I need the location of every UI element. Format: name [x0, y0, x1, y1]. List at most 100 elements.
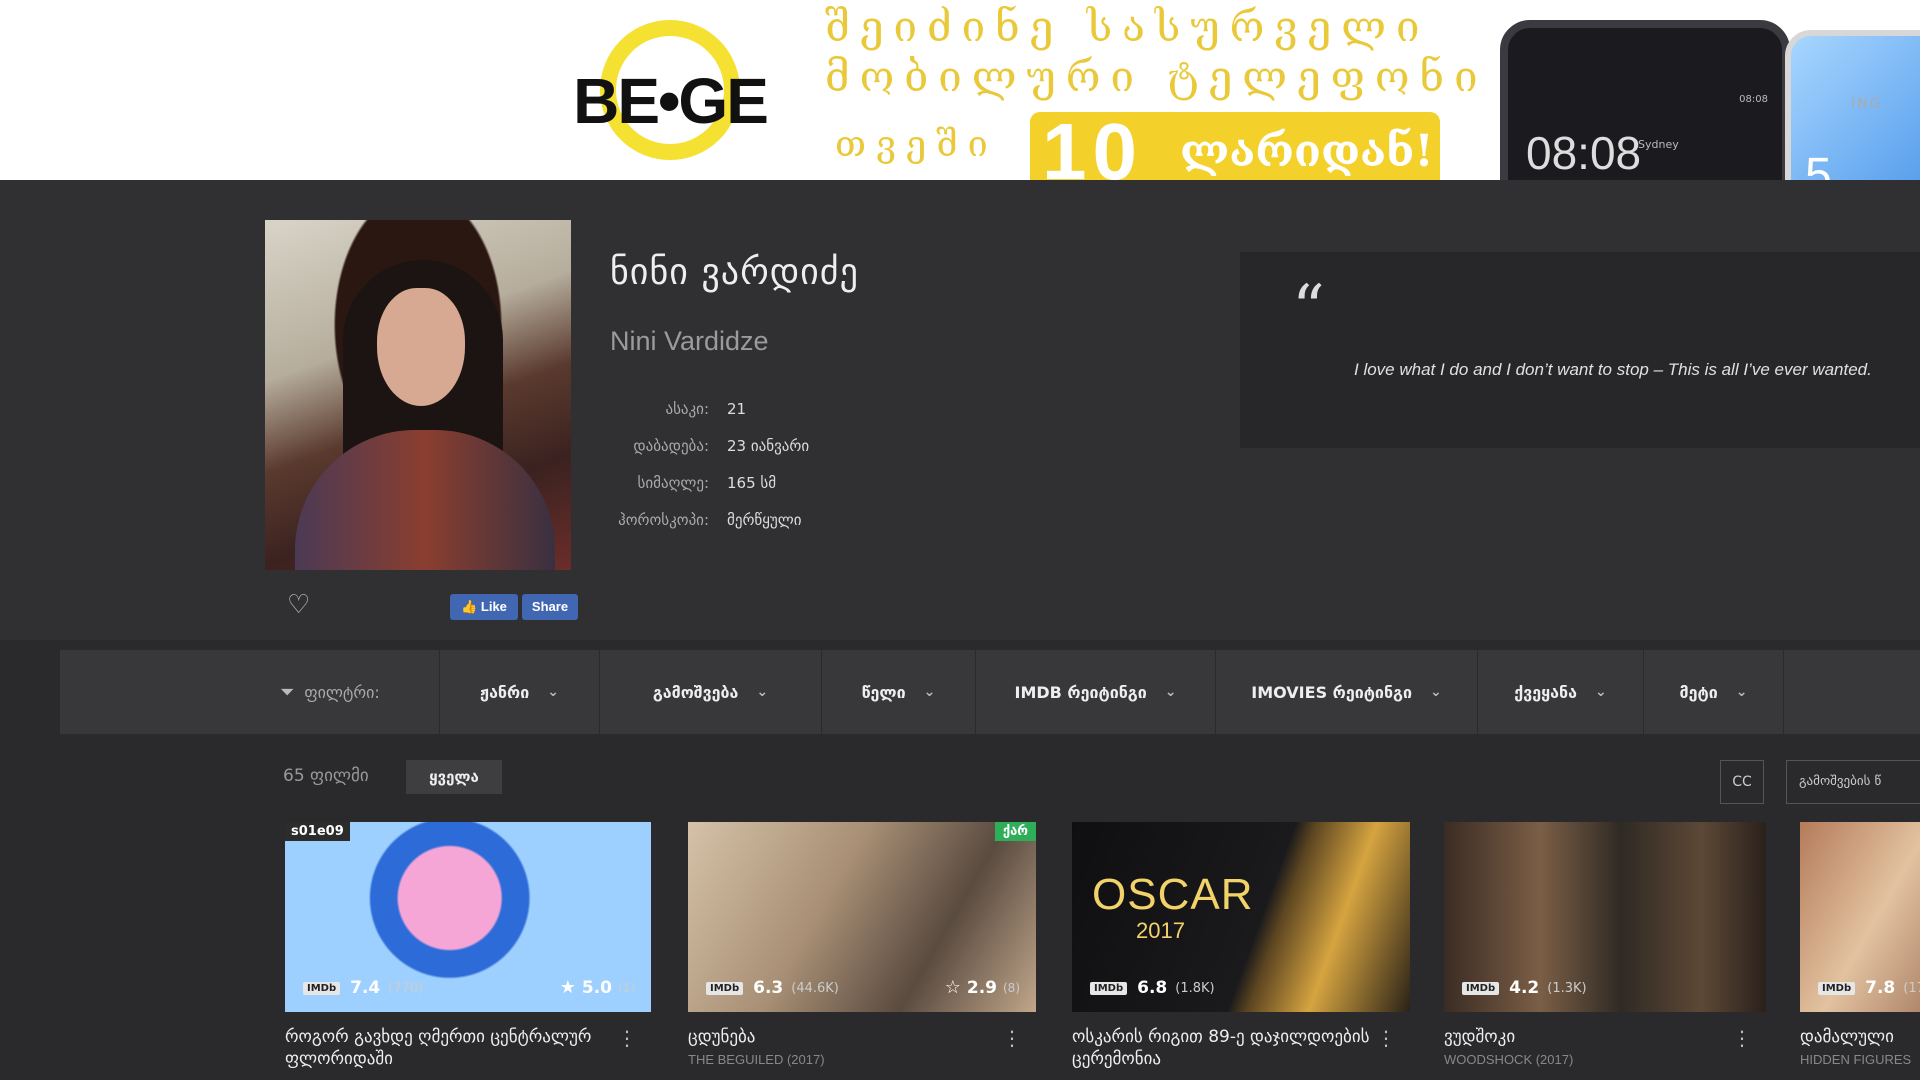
- banner-line-2: მობილური ტელეფონი: [825, 52, 1488, 101]
- phone-clock: 08:08: [1526, 127, 1642, 179]
- filter-more-label: მეტი: [1679, 682, 1718, 702]
- filter-genre[interactable]: ჟანრი ⌄: [440, 650, 600, 734]
- info-row-horoscope: ჰოროსკოპი: მერწყული: [610, 501, 1010, 538]
- funnel-icon: ⏷: [280, 681, 295, 703]
- imdb-logo: IMDb: [1818, 981, 1856, 995]
- subtitles-toggle-button[interactable]: CC: [1720, 760, 1764, 804]
- imdb-logo: IMDb: [303, 981, 341, 995]
- more-options-icon[interactable]: ⋮: [1002, 1026, 1022, 1050]
- facebook-share-button[interactable]: Share: [522, 594, 578, 620]
- chevron-down-icon: ⌄: [547, 684, 559, 700]
- movie-thumbnail[interactable]: s01e09 IMDb 7.4 (770) ★ 5.0 (1): [285, 822, 651, 1012]
- filter-imovies-rating[interactable]: IMOVIES რეიტინგი ⌄: [1216, 650, 1478, 734]
- imdb-logo: IMDb: [1462, 981, 1500, 995]
- more-options-icon[interactable]: ⋮: [1376, 1026, 1396, 1050]
- info-value: 165 სმ: [727, 473, 777, 492]
- movie-thumbnail[interactable]: OSCAR 2017 IMDb 6.8 (1.8K): [1072, 822, 1410, 1012]
- imdb-logo: IMDb: [706, 981, 744, 995]
- user-rating: ☆ 2.9 (8): [945, 977, 1020, 998]
- movie-thumbnail[interactable]: IMDb 4.2 (1.3K): [1444, 822, 1766, 1012]
- imdb-votes: (1.3K): [1547, 980, 1587, 996]
- chevron-down-icon: ⌄: [1594, 684, 1607, 700]
- filter-bar: ⏷ ფილტრი: ჟანრი ⌄ გამოშვება ⌄ წელი ⌄ IMDB რ…: [60, 650, 1920, 734]
- bege-logo: BE•GE: [570, 20, 770, 160]
- filter-country[interactable]: ქვეყანა ⌄: [1478, 650, 1644, 734]
- filter-year-label: წელი: [861, 682, 906, 702]
- star-icon: ★: [559, 977, 576, 998]
- banner-line-1: შეიძინე სასურველი: [825, 2, 1430, 51]
- movie-card[interactable]: IMDb 4.2 (1.3K) ვუდშოკი WOODSHOCK (2017)…: [1444, 822, 1766, 1067]
- more-options-icon[interactable]: ⋮: [617, 1026, 637, 1050]
- logo-text: BE•GE: [573, 65, 769, 137]
- phone2-text: 5: [1805, 149, 1832, 180]
- movie-thumbnail[interactable]: IMDb 7.8 (176K): [1800, 822, 1920, 1012]
- filter-country-label: ქვეყანა: [1514, 682, 1577, 702]
- all-button[interactable]: ყველა: [406, 760, 502, 794]
- photo-body: [295, 430, 555, 570]
- facebook-like-button[interactable]: 👍 Like: [450, 594, 518, 620]
- results-count: 65 ფილმი: [283, 766, 369, 786]
- imdb-votes: (770): [388, 980, 424, 996]
- filter-release[interactable]: გამოშვება ⌄: [600, 650, 822, 734]
- phone2-brand: ING: [1851, 96, 1883, 112]
- movie-thumbnail[interactable]: ქარ IMDb 6.3 (44.6K) ☆ 2.9 (8): [688, 822, 1036, 1012]
- ad-banner[interactable]: BE•GE შეიძინე სასურველი მობილური ტელეფონ…: [0, 0, 1920, 180]
- movie-title[interactable]: ცდუნება: [688, 1026, 1036, 1048]
- imdb-votes: (44.6K): [791, 980, 839, 996]
- filter-year[interactable]: წელი ⌄: [822, 650, 976, 734]
- info-row-height: სიმაღლე: 165 სმ: [610, 464, 1010, 501]
- quote-mark-icon: “: [1292, 272, 1325, 346]
- chevron-down-icon: ⌄: [923, 684, 936, 700]
- imdb-rating: IMDb 6.8 (1.8K): [1090, 978, 1215, 998]
- chevron-down-icon: ⌄: [756, 684, 769, 700]
- movie-title[interactable]: როგორ გავხდე ღმერთი ცენტრალურ ფლორიდაში: [285, 1026, 651, 1070]
- sort-dropdown[interactable]: გამოშვების წ: [1786, 760, 1920, 804]
- movie-card[interactable]: s01e09 IMDb 7.4 (770) ★ 5.0 (1) როგორ გა…: [285, 822, 651, 1070]
- imdb-score: 6.3: [753, 978, 784, 998]
- filter-more[interactable]: მეტი ⌄: [1644, 650, 1784, 734]
- movie-card[interactable]: ქარ IMDb 6.3 (44.6K) ☆ 2.9 (8) ცდუნება T…: [688, 822, 1036, 1067]
- phone-image-2: ING 5: [1785, 30, 1920, 180]
- imdb-score: 7.8: [1865, 978, 1896, 998]
- info-row-age: ასაკი: 21: [610, 390, 1010, 427]
- movie-title[interactable]: დამალული: [1800, 1026, 1920, 1048]
- movie-title[interactable]: ოსკარის რიგით 89-ე დაჯილდოების ცერემონია: [1072, 1026, 1410, 1070]
- actor-name-georgian: ნინი ვარდიძე: [610, 252, 859, 293]
- phone-status-bar: 08:08: [1739, 94, 1768, 105]
- fb-like-label: Like: [480, 599, 507, 614]
- imdb-score: 6.8: [1137, 978, 1168, 998]
- more-options-icon[interactable]: ⋮: [1732, 1026, 1752, 1050]
- filter-imdb-rating[interactable]: IMDB რეიტინგი ⌄: [976, 650, 1216, 734]
- imdb-rating: IMDb 7.8 (176K): [1818, 978, 1920, 998]
- heart-icon[interactable]: ♡: [287, 590, 310, 620]
- imdb-votes: (176K): [1903, 980, 1920, 996]
- user-score: 5.0: [581, 977, 612, 998]
- filter-release-label: გამოშვება: [652, 682, 739, 702]
- georgian-audio-badge: ქარ: [994, 822, 1036, 841]
- movie-card[interactable]: IMDb 7.8 (176K) დამალული HIDDEN FIGURES: [1800, 822, 1920, 1067]
- movie-original-title: WOODSHOCK (2017): [1444, 1052, 1574, 1067]
- imdb-rating: IMDb 7.4 (770): [303, 978, 423, 998]
- movie-original-title: THE BEGUILED (2017): [688, 1052, 825, 1067]
- info-label: ჰოროსკოპი:: [618, 510, 709, 529]
- movie-original-title: HIDDEN FIGURES: [1800, 1052, 1912, 1067]
- banner-line-3: თვეში: [835, 124, 998, 165]
- user-votes: (1): [618, 980, 635, 995]
- user-votes: (8): [1003, 980, 1020, 995]
- filter-label-text: ფილტრი:: [304, 682, 380, 702]
- filter-label: ⏷ ფილტრი:: [60, 650, 440, 734]
- chevron-down-icon: ⌄: [1430, 684, 1442, 700]
- filter-imdb-rating-label: IMDB რეიტინგი: [1014, 682, 1147, 702]
- info-value: მერწყული: [727, 510, 802, 529]
- actor-photo: [265, 220, 571, 570]
- imdb-logo: IMDb: [1090, 981, 1128, 995]
- promo-number: 10: [1042, 107, 1143, 180]
- phone-image: 08:08 08:08 Sydney: [1500, 20, 1790, 180]
- promo-badge: 10 ლარიდან!: [1030, 107, 1440, 180]
- imdb-votes: (1.8K): [1175, 980, 1215, 996]
- chevron-down-icon: ⌄: [1164, 684, 1177, 700]
- movie-title[interactable]: ვუდშოკი: [1444, 1026, 1766, 1048]
- photo-face: [377, 288, 465, 406]
- filter-imovies-rating-label: IMOVIES რეიტინგი: [1251, 682, 1412, 702]
- movie-card[interactable]: OSCAR 2017 IMDb 6.8 (1.8K) ოსკარის რიგით…: [1072, 822, 1410, 1070]
